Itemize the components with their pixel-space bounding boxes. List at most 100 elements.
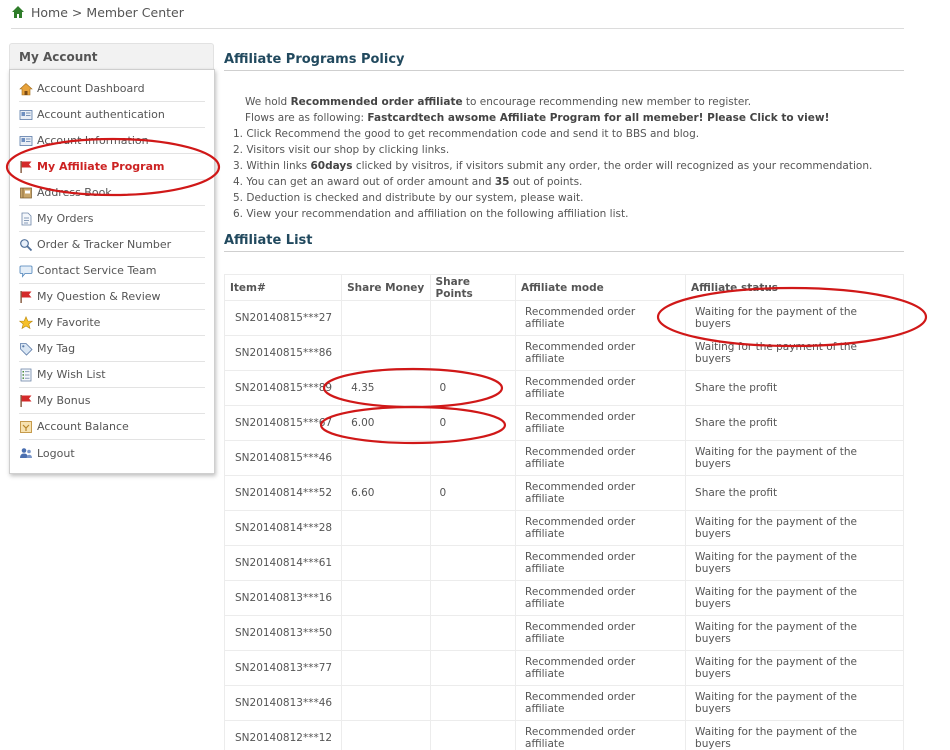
cell-share-points [429,580,517,616]
sidebar-item-label: Order & Tracker Number [37,238,172,251]
cell-item: SN20140814***52 [223,475,343,511]
cell-share-money [341,335,431,371]
cell-share-points: 0 [429,370,517,406]
cell-share-points [429,615,517,651]
sidebar-item-label: Contact Service Team [37,264,157,277]
cell-share-money [341,685,431,721]
sidebar-item-my-affiliate-program[interactable]: My Affiliate Program [19,154,205,180]
policy-step-5: 5. Deduction is checked and distribute b… [233,192,584,204]
id-card-icon [19,109,33,120]
sidebar-item-label: Account Balance [37,420,129,433]
cell-affiliate-mode: Recommended order affiliate [515,475,687,511]
cell-share-points [429,545,517,581]
sidebar-item-label: Account Information [37,134,149,147]
sidebar-item-account-dashboard[interactable]: Account Dashboard [19,76,205,102]
sidebar-item-address-book[interactable]: Address Book [19,180,205,206]
breadcrumb-home-link[interactable]: Home [31,5,68,20]
cell-share-points [429,685,517,721]
table-row: SN20140813***46 Recommended order affilia… [223,685,904,721]
table-row: SN20140813***50 Recommended order affilia… [223,615,904,651]
sidebar-item-my-wish-list[interactable]: My Wish List [19,362,205,388]
sidebar-item-label: Account authentication [37,108,165,121]
cell-affiliate-status: Waiting for the payment of the buyers [685,650,904,686]
sidebar-item-my-tag[interactable]: My Tag [19,336,205,362]
cell-affiliate-status: Waiting for the payment of the buyers [685,685,904,721]
affiliate-list-title: Affiliate List [224,233,313,248]
breadcrumb-current: Member Center [86,4,184,20]
sidebar-item-account-information[interactable]: Account Information [19,128,205,154]
table-row: SN20140813***77 Recommended order affilia… [223,650,904,686]
policy-step-4: 4. You can get an award out of order amo… [233,176,583,188]
sidebar-item-contact-service-team[interactable]: Contact Service Team [19,258,205,284]
cell-share-money [341,650,431,686]
cell-affiliate-status: Share the profit [685,475,904,511]
table-row: SN20140814***61 Recommended order affilia… [223,545,904,581]
cell-share-money [341,615,431,651]
list-icon [20,368,32,381]
account-sidebar: Account Dashboard Account authentication A… [9,69,215,474]
sidebar-item-account-authentication[interactable]: Account authentication [19,102,205,128]
sidebar-item-my-bonus[interactable]: My Bonus [19,388,205,414]
affiliate-program-link[interactable]: Fastcardtech awsome Affiliate Program fo… [367,112,829,124]
cell-share-money [341,545,431,581]
cell-affiliate-mode: Recommended order affiliate [515,405,687,441]
table-header-row: Item# Share Money Share Points Affiliate… [223,274,904,301]
sidebar-item-label: Logout [37,446,75,460]
sidebar-item-my-question-and-review[interactable]: My Question & Review [19,284,205,310]
affiliate-table: Item# Share Money Share Points Affiliate… [223,274,904,750]
cell-item: SN20140814***61 [223,545,343,581]
table-row: SN20140815***27 Recommended order affilia… [223,300,904,336]
cell-item: SN20140813***16 [223,580,343,616]
sidebar-item-order-and-tracker-number[interactable]: Order & Tracker Number [19,232,205,258]
cell-affiliate-mode: Recommended order affiliate [515,650,687,686]
sidebar-item-account-balance[interactable]: Account Balance [19,414,205,440]
policy-title-divider [224,70,904,71]
cell-affiliate-mode: Recommended order affiliate [515,615,687,651]
policy-title: Affiliate Programs Policy [224,52,405,67]
cell-item: SN20140815***67 [223,405,343,441]
cell-item: SN20140815***27 [223,300,343,336]
policy-step-1: 1. Click Recommend the good to get recom… [233,128,700,140]
cell-affiliate-status: Waiting for the payment of the buyers [685,335,904,371]
speech-bubble-icon [19,265,33,278]
cell-share-points [429,300,517,336]
column-header-share-points: Share Points [429,274,517,301]
column-header-item: Item# [223,274,343,301]
cell-item: SN20140815***89 [223,370,343,406]
sidebar-item-label: My Favorite [37,316,101,329]
flag-icon [20,290,32,303]
sidebar-item-my-favorite[interactable]: My Favorite [19,310,205,336]
sidebar-item-logout[interactable]: Logout [19,440,205,466]
column-header-affiliate-mode: Affiliate mode [515,274,687,301]
balance-icon [20,420,32,433]
table-row: SN20140813***16 Recommended order affilia… [223,580,904,616]
table-row: SN20140815***89 4.35 0 Recommended order af… [223,370,904,406]
cell-item: SN20140813***50 [223,615,343,651]
cell-share-money [341,720,431,750]
policy-intro: We hold Recommended order affiliate to e… [245,96,752,108]
cell-item: SN20140813***77 [223,650,343,686]
cell-share-points: 0 [429,405,517,441]
policy-flows: Flows are as following: Fastcardtech aws… [245,112,830,124]
column-header-share-money: Share Money [341,274,431,301]
policy-step-6: 6. View your recommendation and affiliat… [233,208,629,220]
sidebar-item-my-orders[interactable]: My Orders [19,206,205,232]
column-header-affiliate-status: Affiliate status [685,274,904,301]
cell-affiliate-status: Waiting for the payment of the buyers [685,720,904,750]
cell-share-points [429,440,517,476]
cell-affiliate-status: Waiting for the payment of the buyers [685,545,904,581]
cell-affiliate-mode: Recommended order affiliate [515,580,687,616]
table-row: SN20140812***12 Recommended order affilia… [223,720,904,750]
cell-share-points: 0 [429,475,517,511]
sidebar-item-label: My Tag [37,342,76,355]
home-icon[interactable] [11,5,25,19]
cell-item: SN20140815***86 [223,335,343,371]
cell-affiliate-mode: Recommended order affiliate [515,300,687,336]
flag-icon [20,394,32,407]
cell-affiliate-mode: Recommended order affiliate [515,685,687,721]
flag-icon [20,160,32,173]
sidebar-item-label: My Wish List [37,368,106,381]
id-card-icon [19,135,33,146]
sidebar-item-label: My Affiliate Program [37,160,165,173]
tag-icon [20,342,33,356]
